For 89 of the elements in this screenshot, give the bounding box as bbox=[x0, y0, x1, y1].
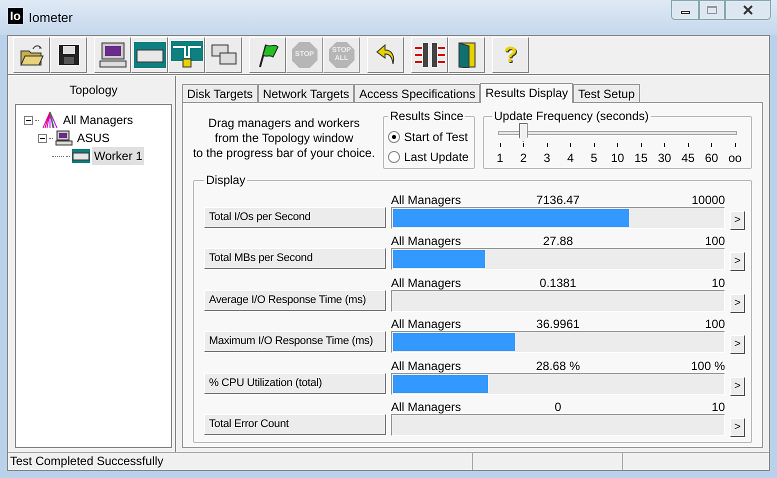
tick-label: 60 bbox=[704, 150, 718, 167]
disk-drive-icon bbox=[134, 42, 166, 68]
metric-button[interactable]: Total MBs per Second bbox=[204, 248, 386, 269]
tick-label: 45 bbox=[681, 150, 695, 167]
status-message: Test Completed Successfully bbox=[8, 453, 473, 470]
app-logo: Io bbox=[8, 8, 23, 24]
max-label: 10000 bbox=[690, 192, 725, 206]
tree-item[interactable]: ASUS bbox=[75, 129, 112, 147]
tick-label: oo bbox=[728, 150, 742, 167]
max-label: 10 bbox=[710, 276, 725, 290]
toolbar-button[interactable] bbox=[367, 37, 404, 73]
toolbar-button[interactable] bbox=[448, 37, 485, 73]
source-label: All Managers bbox=[391, 400, 462, 414]
tab[interactable]: Test Setup bbox=[573, 84, 640, 102]
managers-icon bbox=[41, 111, 59, 129]
tree-item[interactable]: All Managers bbox=[61, 111, 136, 129]
tick-label: 15 bbox=[634, 150, 648, 167]
tick-label: 4 bbox=[567, 150, 574, 167]
source-label: All Managers bbox=[391, 192, 462, 206]
source-label: All Managers bbox=[391, 276, 462, 290]
max-label: 100 bbox=[704, 317, 725, 331]
radio-button[interactable] bbox=[388, 151, 400, 163]
window-title: Iometer bbox=[28, 9, 73, 27]
collapse-toggle[interactable] bbox=[24, 116, 33, 124]
tab[interactable]: Access Specifications bbox=[354, 84, 480, 102]
tab[interactable]: Results Display bbox=[480, 83, 574, 103]
tick-label: 3 bbox=[544, 150, 550, 167]
more-button[interactable]: > bbox=[730, 252, 745, 271]
tab[interactable]: Disk Targets bbox=[182, 84, 258, 102]
close-icon bbox=[743, 5, 753, 15]
metric-button[interactable]: Total I/Os per Second bbox=[204, 206, 386, 228]
tick-label: 1 bbox=[496, 150, 504, 167]
more-button[interactable]: > bbox=[730, 294, 745, 312]
radio-label: Last Update bbox=[404, 149, 469, 166]
more-button[interactable]: > bbox=[730, 335, 745, 354]
more-button[interactable]: > bbox=[730, 418, 745, 437]
disk-drive-icon bbox=[72, 149, 90, 163]
computer-icon bbox=[98, 41, 128, 69]
radio-label: Start of Test bbox=[404, 129, 468, 146]
topology-title: Topology bbox=[68, 82, 119, 99]
curved-arrow-icon bbox=[374, 43, 396, 67]
question-mark-icon: ? bbox=[504, 44, 518, 66]
slider-thumb[interactable] bbox=[518, 123, 528, 142]
group-title: Update Frequency (seconds) bbox=[493, 108, 650, 125]
tick-label: 10 bbox=[610, 150, 624, 167]
value-label: 36.9961 bbox=[535, 317, 581, 331]
instructions: Drag managers and workers from the Topology window to the progress bar of your choice. bbox=[193, 114, 375, 162]
toolbar-button[interactable] bbox=[94, 37, 131, 73]
source-label: All Managers bbox=[391, 234, 462, 248]
max-label: 10 bbox=[710, 400, 725, 414]
more-button[interactable]: > bbox=[730, 210, 745, 230]
toolbar-button[interactable] bbox=[249, 37, 286, 73]
toolbar-button[interactable] bbox=[50, 37, 87, 73]
tick-label: 2 bbox=[520, 150, 527, 167]
metric-button[interactable]: Average I/O Response Time (ms) bbox=[204, 290, 386, 310]
more-button[interactable]: > bbox=[730, 376, 745, 396]
tab[interactable]: Network Targets bbox=[258, 84, 354, 102]
network-icon bbox=[170, 41, 202, 69]
close-button[interactable] bbox=[725, 0, 771, 20]
folder-icon bbox=[18, 43, 44, 67]
value-label: 0 bbox=[554, 400, 562, 414]
toolbar-button[interactable] bbox=[131, 37, 168, 73]
collapse-toggle[interactable] bbox=[38, 134, 47, 142]
door-icon bbox=[456, 42, 478, 68]
toolbar-button[interactable] bbox=[168, 37, 205, 73]
value-label: 27.88 bbox=[542, 234, 574, 248]
value-label: 28.68 % bbox=[534, 358, 582, 372]
tick-label: 30 bbox=[658, 150, 672, 167]
tick-label: 5 bbox=[590, 150, 598, 167]
source-label: All Managers bbox=[391, 317, 462, 331]
group-title: Results Since bbox=[389, 108, 464, 125]
group-title: Display bbox=[205, 172, 246, 189]
source-label: All Managers bbox=[391, 358, 462, 372]
tree-item[interactable]: Worker 1 bbox=[92, 147, 144, 165]
split-arrows-icon bbox=[414, 42, 446, 68]
toolbar-button[interactable] bbox=[13, 37, 50, 73]
metric-button[interactable]: Total Error Count bbox=[204, 414, 386, 435]
metric-button[interactable]: % CPU Utilization (total) bbox=[204, 372, 386, 394]
value-label: 0.1381 bbox=[538, 276, 578, 290]
windows-icon bbox=[210, 43, 238, 67]
max-label: 100 bbox=[704, 234, 725, 248]
radio-button[interactable] bbox=[388, 131, 400, 143]
toolbar-button[interactable] bbox=[205, 37, 242, 73]
toolbar-button[interactable] bbox=[411, 37, 448, 73]
max-label: 100 % bbox=[690, 358, 725, 372]
value-label: 7136.47 bbox=[535, 192, 581, 206]
computer-icon bbox=[55, 130, 73, 146]
minimize-button[interactable] bbox=[671, 0, 699, 20]
metric-button[interactable]: Maximum I/O Response Time (ms) bbox=[204, 331, 386, 352]
